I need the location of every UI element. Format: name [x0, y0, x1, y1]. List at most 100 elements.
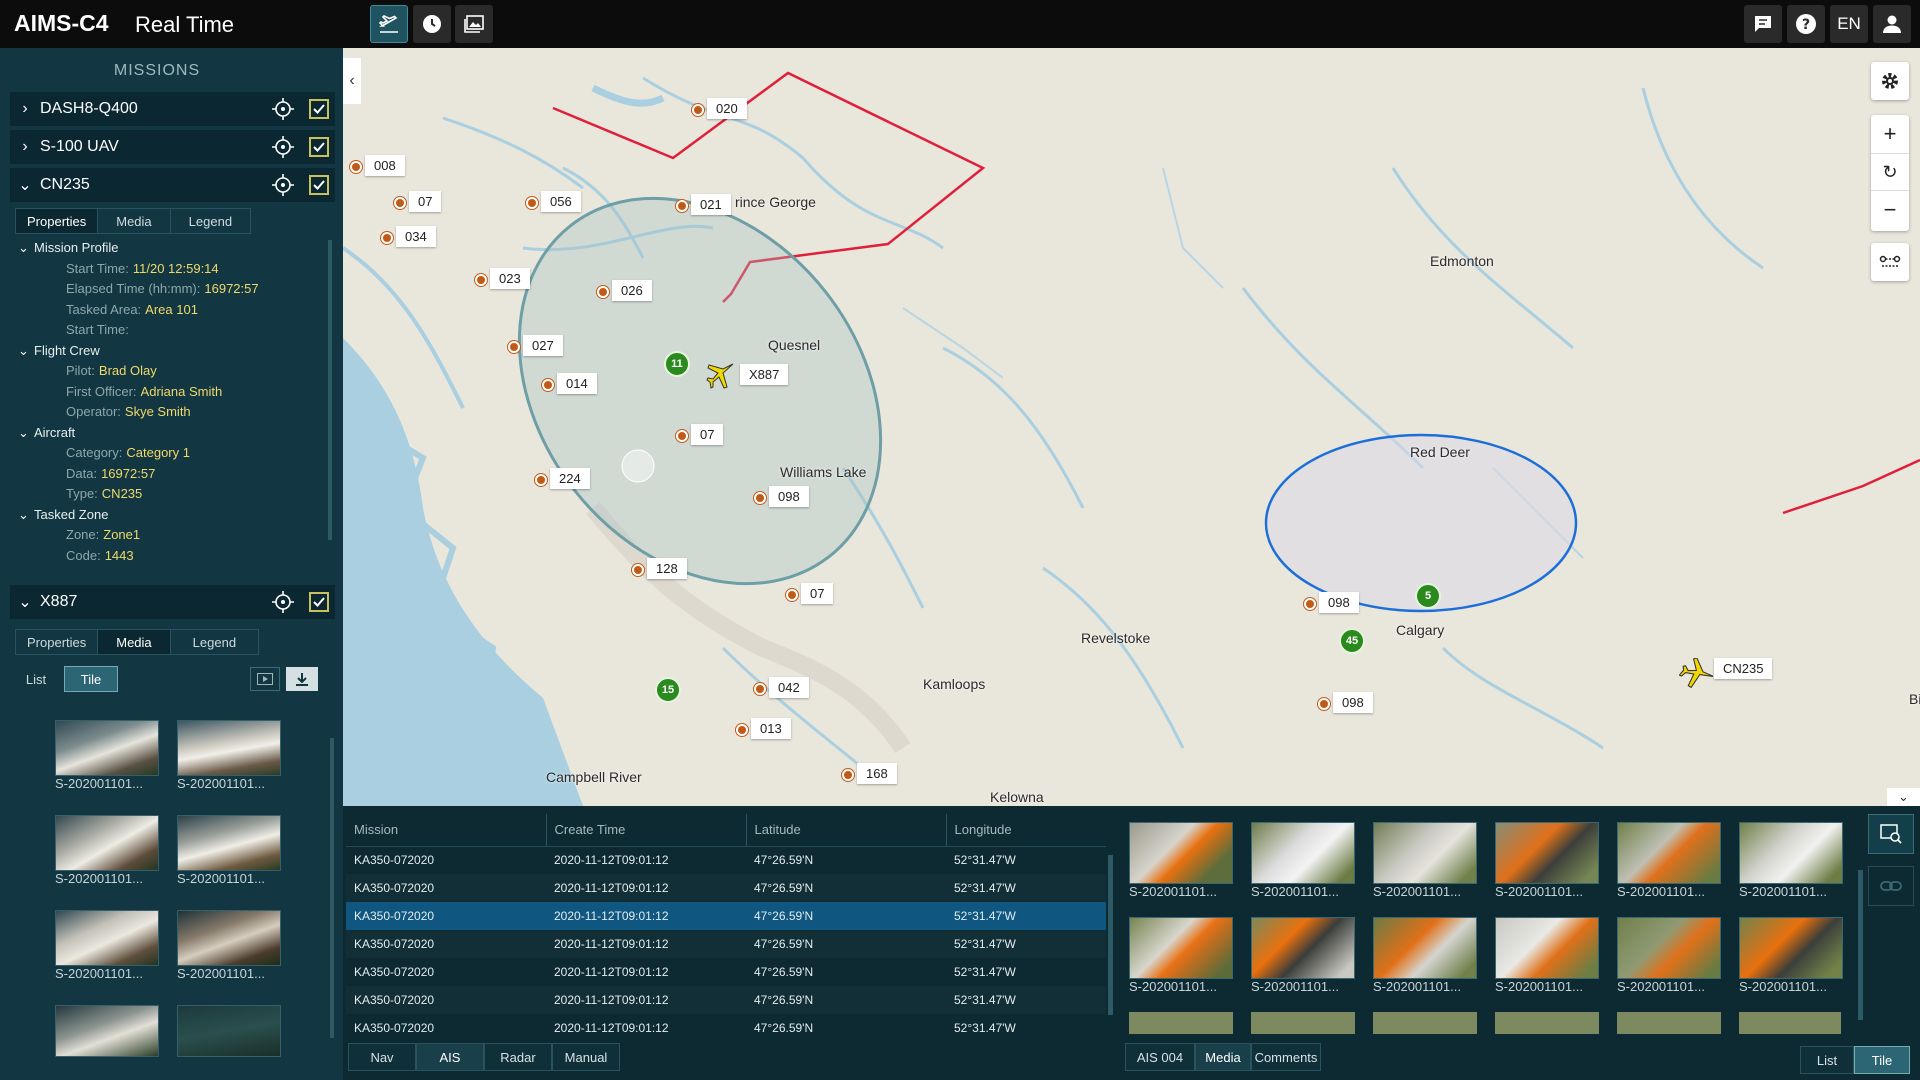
map-marker-label[interactable]: 023	[490, 268, 530, 289]
visibility-checkbox[interactable]	[309, 99, 329, 119]
media-tile[interactable]: S-202001101...	[55, 910, 165, 981]
tab-properties[interactable]: Properties	[15, 208, 99, 234]
reset-view-button[interactable]: ↻	[1871, 153, 1909, 191]
map-marker-label[interactable]: 128	[647, 558, 687, 579]
map-marker-pin[interactable]	[786, 589, 798, 601]
map-marker-pin[interactable]	[692, 104, 704, 116]
link-button[interactable]	[1868, 866, 1914, 906]
map-marker-pin[interactable]	[754, 683, 766, 695]
cluster-badge[interactable]: 45	[1339, 628, 1365, 654]
media-tile[interactable]: S-202001101...	[1251, 822, 1361, 899]
map-marker-pin[interactable]	[542, 379, 554, 391]
user-button[interactable]	[1873, 5, 1911, 43]
map-marker-label[interactable]: 098	[1319, 592, 1359, 613]
aircraft-icon[interactable]	[1679, 658, 1713, 692]
tile-view-button[interactable]: Tile	[64, 666, 118, 692]
tab-ais[interactable]: AIS	[416, 1043, 484, 1071]
zoom-in-button[interactable]: +	[1871, 115, 1909, 153]
visibility-checkbox[interactable]	[309, 592, 329, 612]
map-marker-label[interactable]: 098	[1333, 692, 1373, 713]
media-tile[interactable]: S-202001101...	[1129, 822, 1239, 899]
map-marker-pin[interactable]	[676, 430, 688, 442]
chevron-right-icon[interactable]: ›	[10, 100, 40, 118]
locate-icon[interactable]	[271, 97, 295, 121]
map-marker-pin[interactable]	[475, 274, 487, 286]
map-marker-label[interactable]: 224	[550, 468, 590, 489]
locate-icon[interactable]	[271, 590, 295, 614]
mission-row-cn235[interactable]: ⌄ CN235	[10, 168, 335, 202]
map-marker-pin[interactable]	[350, 161, 362, 173]
tab-radar[interactable]: Radar	[484, 1043, 552, 1071]
media-tile[interactable]: S-202001101...	[1495, 822, 1605, 899]
cluster-badge[interactable]: 5	[1415, 583, 1441, 609]
measure-button[interactable]	[1871, 243, 1909, 281]
media-tile[interactable]: S-202001101...	[1739, 917, 1849, 994]
map-marker-label[interactable]: 07	[801, 583, 834, 604]
map-marker-label[interactable]: 027	[523, 335, 563, 356]
table-row[interactable]: KA350-072020 2020-11-12T09:01:12 47°26.59'…	[346, 930, 1106, 958]
aircraft-section[interactable]: Aircraft	[18, 423, 328, 444]
table-row-selected[interactable]: KA350-072020 2020-11-12T09:01:12 47°26.59'…	[346, 902, 1106, 930]
map-marker-pin[interactable]	[754, 492, 766, 504]
map-marker-label[interactable]: 042	[769, 677, 809, 698]
visibility-checkbox[interactable]	[309, 137, 329, 157]
map-marker-label[interactable]: 014	[557, 373, 597, 394]
tab-manual[interactable]: Manual	[552, 1043, 620, 1071]
map-marker-pin[interactable]	[676, 200, 688, 212]
map-marker-label[interactable]: 008	[365, 155, 405, 176]
map-marker-pin[interactable]	[632, 564, 644, 576]
map-marker-pin[interactable]	[842, 769, 854, 781]
map-marker-label[interactable]: 168	[857, 763, 897, 784]
tile-view-button[interactable]: Tile	[1854, 1046, 1910, 1074]
language-button[interactable]: EN	[1830, 5, 1868, 43]
chevron-down-icon[interactable]: ⌄	[10, 592, 40, 612]
tasked-zone-section[interactable]: Tasked Zone	[18, 505, 328, 526]
map-marker-pin[interactable]	[597, 286, 609, 298]
expand-panel-button[interactable]: ⌄	[1887, 788, 1920, 806]
map-view[interactable]: rince George Quesnel Williams Lake Edmon…	[343, 48, 1920, 806]
mission-profile-section[interactable]: Mission Profile	[18, 238, 328, 259]
map-marker-label[interactable]: 013	[751, 718, 791, 739]
flight-crew-section[interactable]: Flight Crew	[18, 341, 328, 362]
chevron-right-icon[interactable]: ›	[10, 138, 40, 156]
flight-mode-button[interactable]	[370, 5, 408, 43]
media-tile[interactable]: S-202001101...	[1373, 822, 1483, 899]
download-button[interactable]	[286, 667, 318, 691]
column-header[interactable]: Latitude	[745, 814, 946, 847]
media-tile[interactable]	[177, 1005, 281, 1057]
map-marker-label[interactable]: 021	[691, 194, 731, 215]
media-tile[interactable]: S-202001101...	[1739, 822, 1849, 899]
mission-row-x887[interactable]: ⌄ X887	[10, 585, 335, 619]
mission-row-s100[interactable]: › S-100 UAV	[10, 130, 335, 164]
map-marker-pin[interactable]	[1318, 698, 1330, 710]
media-tile[interactable]: S-202001101...	[1495, 917, 1605, 994]
aircraft-icon[interactable]	[705, 360, 737, 392]
map-marker-label[interactable]: 056	[541, 191, 581, 212]
map-marker-pin[interactable]	[1304, 598, 1316, 610]
map-marker-label[interactable]: 07	[409, 191, 442, 212]
aircraft-label[interactable]: X887	[740, 364, 789, 385]
map-marker-pin[interactable]	[394, 197, 406, 209]
media-scrollbar[interactable]	[330, 738, 334, 1038]
map-marker-label[interactable]: 098	[769, 486, 809, 507]
column-header[interactable]: Longitude	[945, 814, 1106, 847]
map-marker-label[interactable]: 026	[612, 280, 652, 301]
tab-media[interactable]: Media	[97, 208, 171, 234]
cluster-badge[interactable]: 15	[655, 677, 681, 703]
column-header[interactable]: Mission	[346, 814, 546, 847]
map-marker-label[interactable]: 020	[707, 98, 747, 119]
aircraft-label[interactable]: CN235	[1714, 658, 1773, 679]
tab-media[interactable]: Media	[1195, 1043, 1251, 1071]
media-tile[interactable]: S-202001101...	[177, 720, 287, 791]
list-view-button[interactable]: List	[10, 666, 62, 692]
list-view-button[interactable]: List	[1800, 1046, 1854, 1074]
media-tile[interactable]: S-202001101...	[177, 815, 287, 886]
map-marker-label[interactable]: 07	[691, 424, 724, 445]
play-button[interactable]	[250, 667, 280, 691]
map-marker-pin[interactable]	[381, 232, 393, 244]
map-settings-button[interactable]	[1871, 62, 1909, 100]
media-tile[interactable]: S-202001101...	[1251, 917, 1361, 994]
tab-ais-004[interactable]: AIS 004	[1125, 1043, 1195, 1071]
map-marker-pin[interactable]	[736, 724, 748, 736]
tab-nav[interactable]: Nav	[348, 1043, 416, 1071]
